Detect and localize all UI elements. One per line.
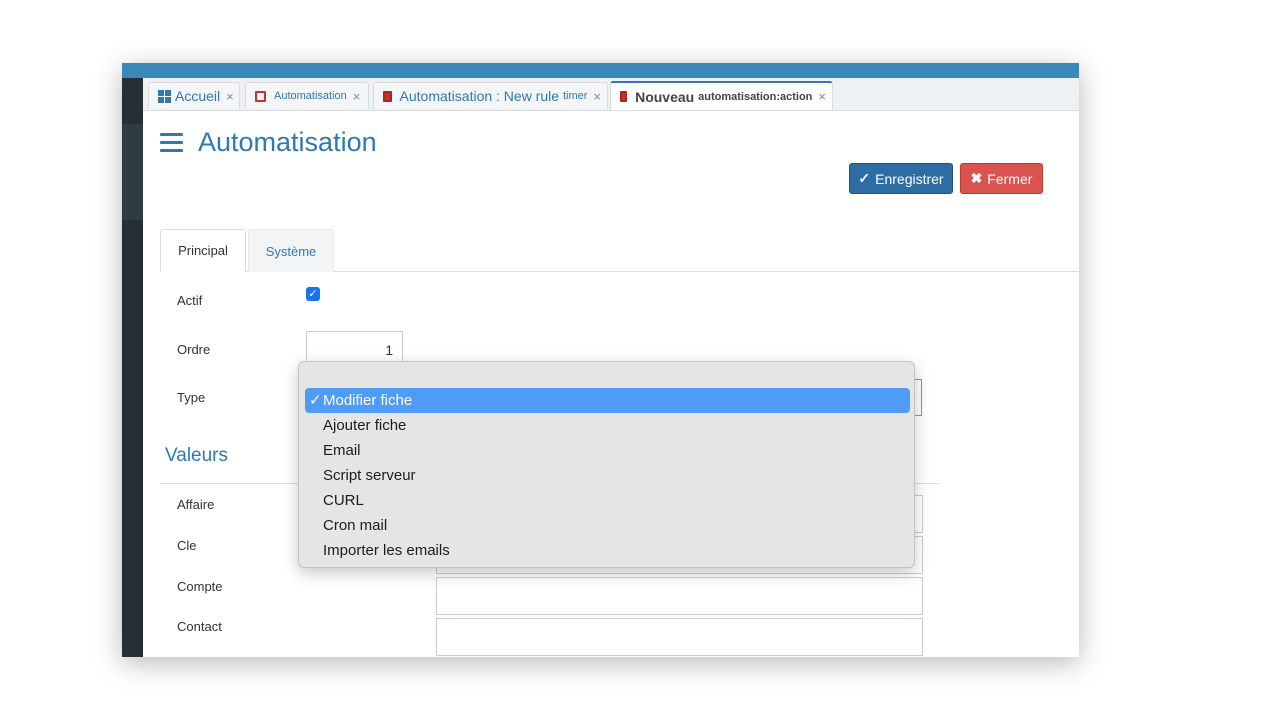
- close-button[interactable]: ✖ Fermer: [960, 163, 1043, 194]
- compte-label: Compte: [177, 579, 223, 594]
- close-icon[interactable]: ×: [593, 89, 601, 104]
- top-bar: [122, 63, 1079, 78]
- filled-square-icon: [383, 90, 392, 102]
- tab-bar: Accueil × Automatisation × Automatisatio…: [143, 78, 1079, 111]
- sidebar: [122, 78, 143, 657]
- filled-square-icon: [620, 91, 628, 102]
- tab-label: Accueil: [175, 88, 221, 104]
- checkmark-icon: ✓: [309, 392, 322, 409]
- cle-label: Cle: [177, 538, 197, 553]
- x-icon: ✖: [970, 170, 983, 186]
- tab-principal[interactable]: Principal: [160, 229, 246, 272]
- option-curl[interactable]: CURL: [305, 488, 910, 513]
- sidebar-segment[interactable]: [122, 124, 143, 220]
- outline-square-icon: [255, 90, 266, 102]
- tab-label-suffix: timer: [562, 90, 588, 102]
- tab-label-suffix: automatisation:action: [698, 90, 813, 103]
- option-cron-mail[interactable]: Cron mail: [305, 513, 910, 538]
- tab-automatisation[interactable]: Automatisation ×: [245, 82, 369, 109]
- option-email[interactable]: Email: [305, 438, 910, 463]
- page-title: Automatisation: [198, 127, 377, 157]
- tab-label: Automatisation: [274, 90, 347, 102]
- close-button-label: Fermer: [987, 170, 1033, 187]
- save-button-label: Enregistrer: [875, 170, 944, 187]
- ordre-label: Ordre: [177, 342, 211, 357]
- save-button[interactable]: ✓ Enregistrer: [849, 163, 953, 194]
- close-icon[interactable]: ×: [353, 89, 361, 104]
- check-icon: ✓: [858, 170, 871, 186]
- contact-label: Contact: [177, 619, 222, 634]
- option-modifier-fiche[interactable]: ✓Modifier fiche: [305, 388, 910, 413]
- option-ajouter-fiche[interactable]: Ajouter fiche: [305, 413, 910, 438]
- option-label: Modifier fiche: [323, 392, 413, 409]
- grid-icon: [158, 89, 171, 103]
- affaire-label: Affaire: [177, 497, 215, 512]
- section-title-valeurs: Valeurs: [165, 445, 229, 466]
- actif-label: Actif: [177, 293, 203, 308]
- option-script-serveur[interactable]: Script serveur: [305, 463, 910, 488]
- close-icon[interactable]: ×: [818, 89, 826, 104]
- close-icon[interactable]: ×: [226, 89, 234, 104]
- contact-input[interactable]: [436, 618, 923, 656]
- type-label: Type: [177, 390, 206, 405]
- compte-input[interactable]: [436, 577, 923, 615]
- actif-checkbox[interactable]: ✓: [306, 287, 320, 301]
- menu-icon[interactable]: [160, 133, 183, 152]
- tab-nouveau-action[interactable]: Nouveau automatisation:action ×: [610, 81, 833, 110]
- tab-label: Automatisation : New rule: [399, 88, 560, 104]
- tab-new-rule-timer[interactable]: Automatisation : New rule timer ×: [373, 82, 608, 109]
- type-dropdown-menu: ✓Modifier fiche Ajouter fiche Email Scri…: [298, 361, 915, 568]
- tab-systeme[interactable]: Système: [248, 229, 334, 272]
- option-importer-les-emails[interactable]: Importer les emails: [305, 538, 910, 563]
- tab-label: Nouveau: [635, 88, 695, 105]
- tab-accueil[interactable]: Accueil ×: [148, 82, 240, 109]
